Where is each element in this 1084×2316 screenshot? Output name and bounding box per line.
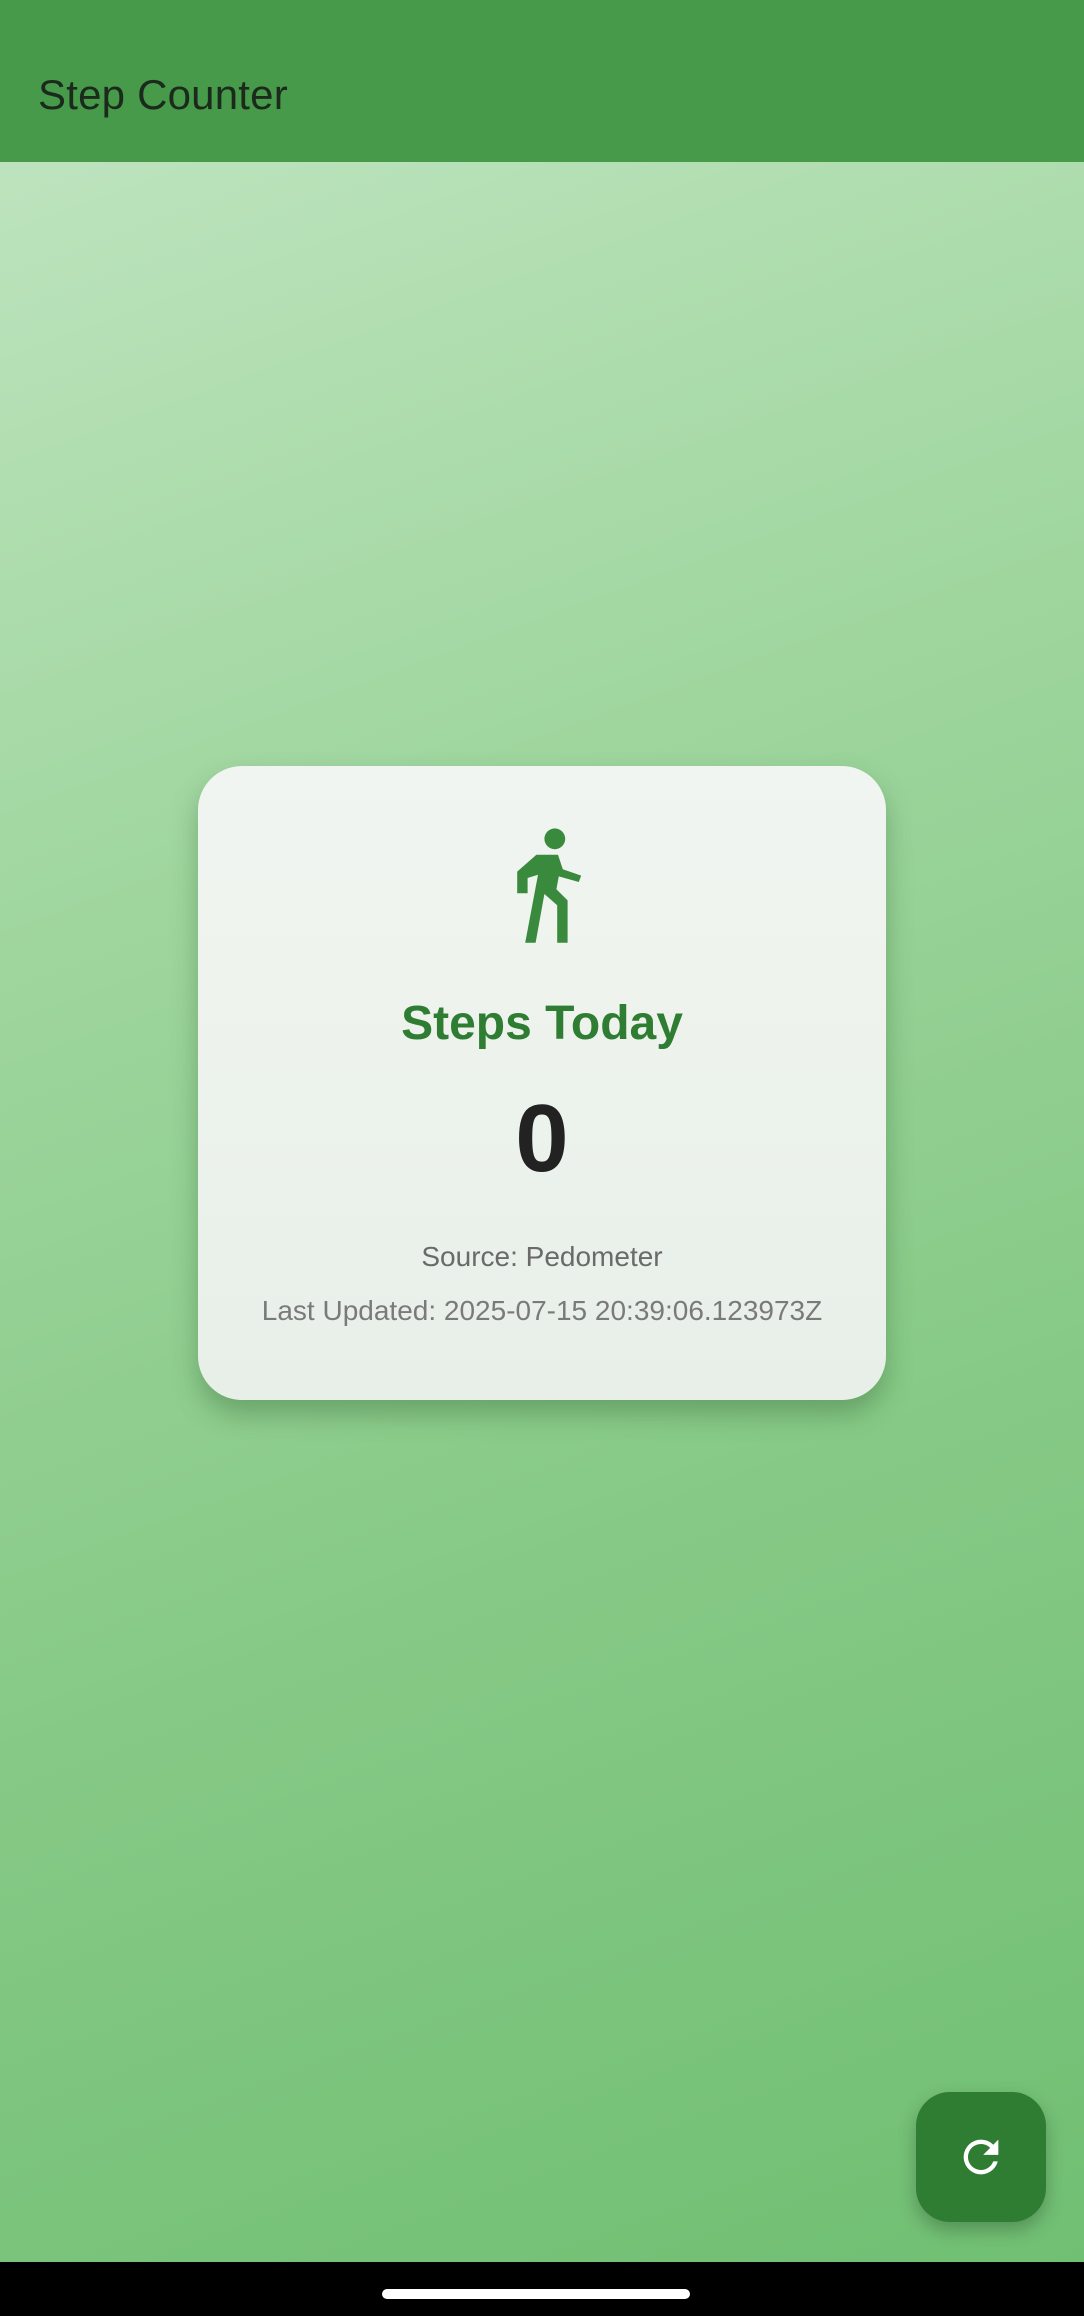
last-updated-label: Last Updated: 2025-07-15 20:39:06.123973… — [261, 1295, 823, 1326]
steps-today-title: Steps Today — [401, 997, 683, 1050]
app-bar: Step Counter — [0, 0, 1084, 162]
refresh-icon — [963, 2139, 999, 2175]
steps-card: Steps Today 0 Source: Pedometer Last Upd… — [198, 766, 886, 1400]
step-counter-screen: Step Counter Steps Today 0 Source: Pedom… — [0, 0, 1084, 2316]
home-indicator[interactable] — [382, 2289, 690, 2299]
refresh-button[interactable] — [916, 2092, 1046, 2222]
walking-person-icon — [517, 828, 582, 943]
step-count-value: 0 — [515, 1085, 569, 1192]
app-title: Step Counter — [38, 71, 288, 118]
source-label: Source: Pedometer — [421, 1241, 663, 1272]
